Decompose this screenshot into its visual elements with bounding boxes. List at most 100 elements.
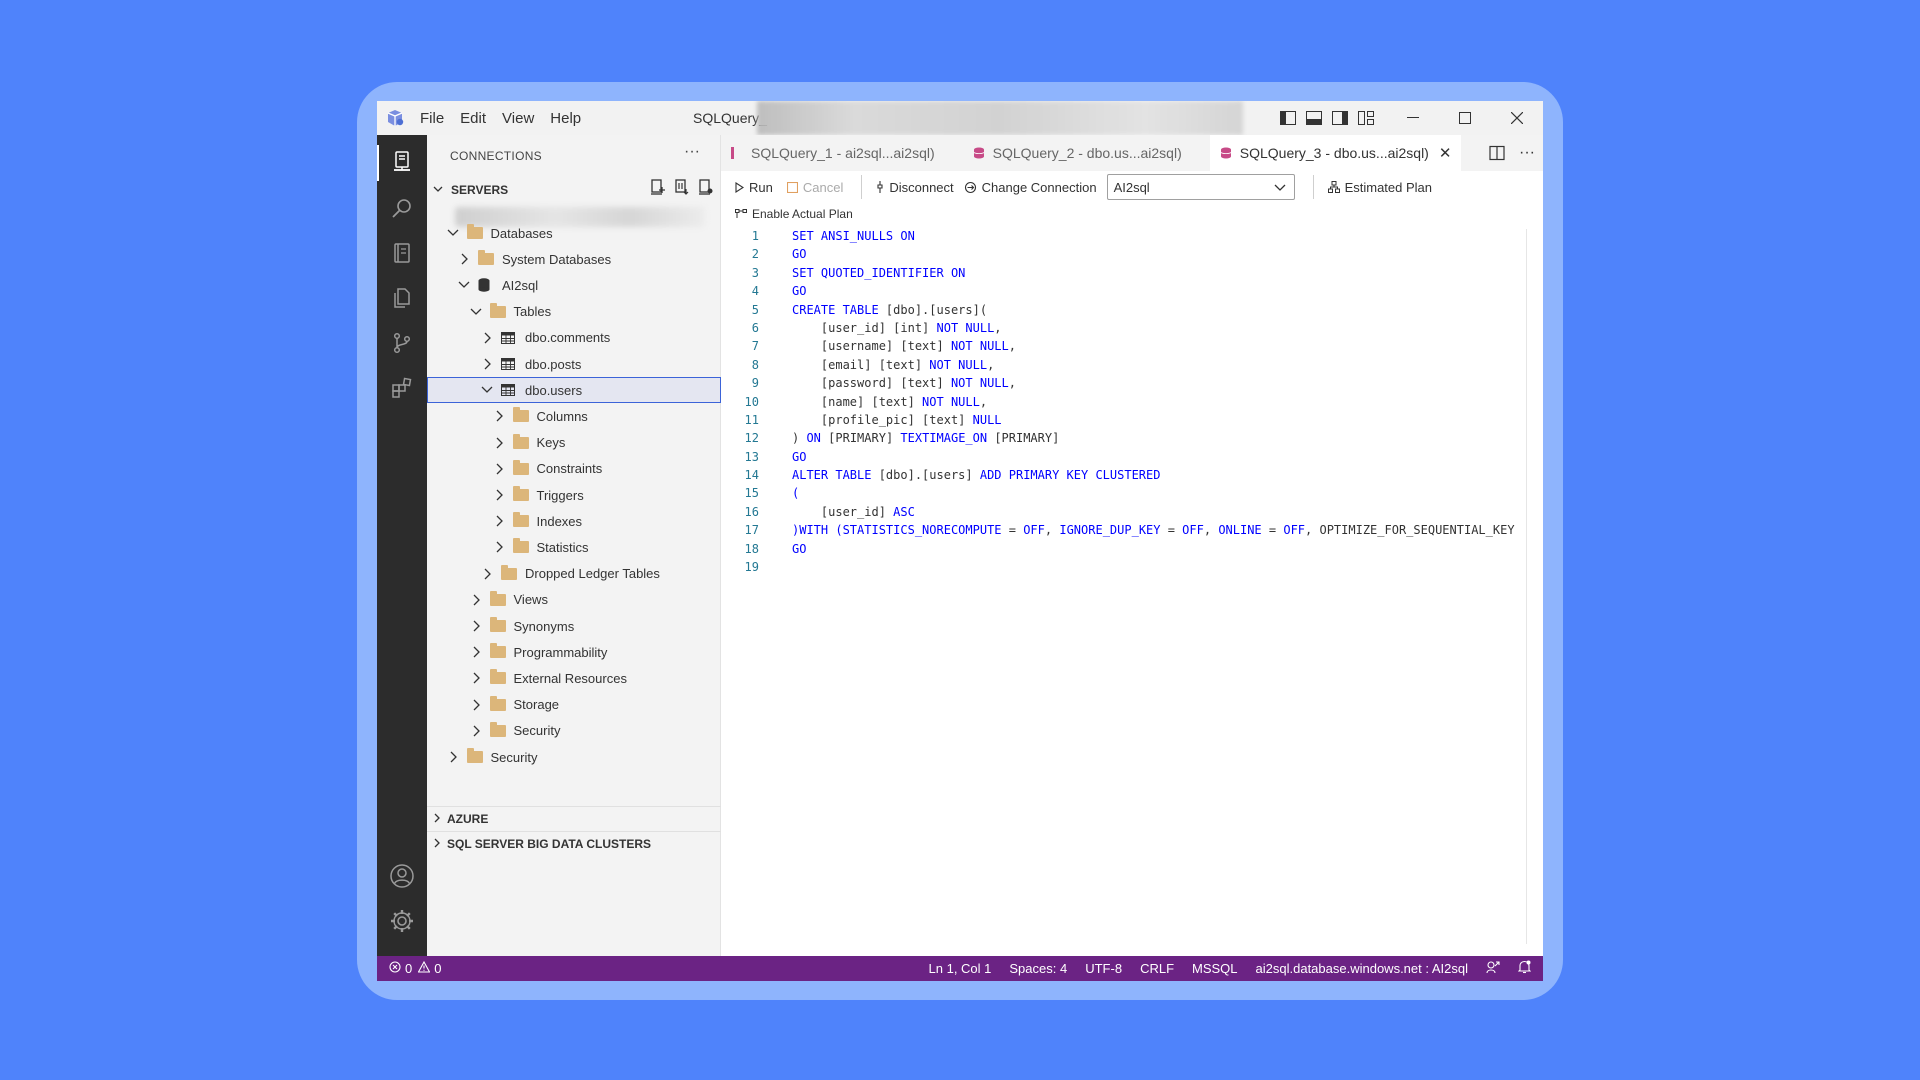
menu-file[interactable]: File — [420, 110, 444, 127]
tree-item[interactable]: System Databases — [427, 246, 721, 272]
chevron-right-icon[interactable] — [491, 408, 507, 424]
feedback-icon[interactable] — [1486, 960, 1500, 977]
chevron-right-icon[interactable] — [468, 618, 484, 634]
maximize-icon[interactable] — [1439, 101, 1491, 135]
connections-icon[interactable] — [389, 149, 415, 175]
tab-sqlquery-3[interactable]: SQLQuery_3 - dbo.us...ai2sql) ✕ — [1209, 135, 1462, 171]
chevron-right-icon[interactable] — [456, 251, 472, 267]
toggle-primary-sidebar-icon[interactable] — [1275, 101, 1301, 135]
folder-icon — [512, 512, 529, 528]
sql-keyword: ( — [792, 486, 800, 501]
servers-section-header[interactable]: SERVERS — [427, 179, 721, 201]
azure-section-header[interactable]: AZURE — [427, 806, 721, 830]
sql-token: [PRIMARY] — [994, 431, 1060, 446]
new-connection-icon[interactable] — [651, 179, 665, 195]
more-actions-icon[interactable]: ··· — [684, 143, 700, 161]
chevron-down-icon[interactable] — [468, 304, 484, 320]
tree-item[interactable]: Security — [427, 718, 721, 744]
encoding[interactable]: UTF-8 — [1085, 961, 1122, 976]
tree-item[interactable]: AI2sql — [427, 272, 721, 298]
menu-edit[interactable]: Edit — [460, 110, 486, 127]
big-data-clusters-section-header[interactable]: SQL SERVER BIG DATA CLUSTERS — [427, 831, 721, 855]
language-mode[interactable]: MSSQL — [1192, 961, 1238, 976]
run-button[interactable]: Run — [735, 180, 773, 195]
tree-item[interactable]: dbo.comments — [427, 325, 721, 351]
tree-item[interactable]: External Resources — [427, 665, 721, 691]
settings-gear-icon[interactable] — [389, 908, 415, 934]
tree-item[interactable]: Tables — [427, 299, 721, 325]
chevron-right-icon[interactable] — [479, 566, 495, 582]
database-select[interactable]: AI2sql — [1106, 174, 1295, 200]
chevron-down-icon[interactable] — [445, 225, 461, 241]
window-title: SQLQuery_ — [693, 110, 767, 126]
tab-sqlquery-2[interactable]: SQLQuery_2 - dbo.us...ai2sql) — [963, 135, 1192, 171]
chevron-right-icon[interactable] — [491, 539, 507, 555]
tree-item[interactable]: Indexes — [427, 508, 721, 534]
chevron-right-icon[interactable] — [491, 487, 507, 503]
tree-item[interactable]: Views — [427, 587, 721, 613]
tree-item[interactable]: Databases — [427, 220, 721, 246]
active-connections-icon[interactable] — [699, 179, 713, 195]
tree-item[interactable]: Columns — [427, 403, 721, 429]
chevron-right-icon[interactable] — [491, 435, 507, 451]
close-window-icon[interactable] — [1491, 101, 1543, 135]
chevron-right-icon[interactable] — [468, 592, 484, 608]
new-server-group-icon[interactable] — [675, 179, 689, 195]
tree-item[interactable]: Synonyms — [427, 613, 721, 639]
problems-indicator[interactable]: 0 0 — [389, 960, 441, 976]
tree-item[interactable]: Storage — [427, 692, 721, 718]
chevron-down-icon[interactable] — [479, 382, 495, 398]
editor-scrollbar[interactable] — [1526, 229, 1527, 944]
estimated-plan-button[interactable]: Estimated Plan — [1327, 180, 1432, 195]
minimize-icon[interactable] — [1387, 101, 1439, 135]
tree-item[interactable]: Security — [427, 744, 721, 770]
tree-item[interactable]: Statistics — [427, 534, 721, 560]
notebooks-icon[interactable] — [389, 240, 415, 266]
menu-help[interactable]: Help — [550, 110, 581, 127]
notifications-bell-icon[interactable] — [1517, 960, 1532, 977]
cancel-button[interactable]: Cancel — [786, 180, 843, 195]
chevron-right-icon[interactable] — [468, 670, 484, 686]
chevron-right-icon[interactable] — [491, 461, 507, 477]
sql-token: , — [1203, 523, 1219, 538]
tree-item-label: AI2sql — [502, 277, 539, 293]
tree-item[interactable]: Programmability — [427, 639, 721, 665]
customize-layout-icon[interactable] — [1353, 101, 1379, 135]
indentation[interactable]: Spaces: 4 — [1009, 961, 1067, 976]
chevron-right-icon[interactable] — [479, 330, 495, 346]
chevron-right-icon[interactable] — [468, 723, 484, 739]
explorer-icon[interactable] — [389, 285, 415, 311]
toggle-secondary-sidebar-icon[interactable] — [1327, 101, 1353, 135]
tab-sqlquery-1[interactable]: SQLQuery_1 - ai2sql...ai2sql) — [721, 135, 945, 171]
chevron-right-icon[interactable] — [468, 644, 484, 660]
split-editor-icon[interactable] — [1489, 145, 1505, 161]
chevron-down-icon[interactable] — [456, 277, 472, 293]
enable-actual-plan-button[interactable]: Enable Actual Plan — [735, 207, 853, 221]
tree-item[interactable]: dbo.users — [427, 377, 721, 404]
cursor-position[interactable]: Ln 1, Col 1 — [929, 961, 992, 976]
chevron-right-icon[interactable] — [479, 356, 495, 372]
extensions-icon[interactable] — [389, 375, 415, 401]
chevron-right-icon[interactable] — [468, 697, 484, 713]
tree-item[interactable]: Triggers — [427, 482, 721, 508]
change-connection-button[interactable]: Change Connection — [964, 180, 1097, 195]
chevron-right-icon[interactable] — [491, 513, 507, 529]
tree-item[interactable]: dbo.posts — [427, 351, 721, 377]
code-editor[interactable]: 1 SET ANSI_NULLS ON 2 GO 3 SET QUOTED_IDENTIF… — [721, 229, 1543, 829]
disconnect-button[interactable]: Disconnect — [876, 180, 954, 195]
account-icon[interactable] — [389, 863, 415, 889]
tree-item[interactable]: Constraints — [427, 456, 721, 482]
search-icon[interactable] — [389, 195, 415, 221]
more-actions-icon[interactable]: ··· — [1519, 144, 1535, 162]
tree-item[interactable]: Keys — [427, 430, 721, 456]
source-control-icon[interactable] — [389, 330, 415, 356]
tree-item[interactable]: Dropped Ledger Tables — [427, 561, 721, 587]
code-text: [name] [text] NOT NULL, — [792, 395, 987, 413]
line-endings[interactable]: CRLF — [1140, 961, 1174, 976]
folder-icon — [512, 538, 529, 554]
connection-status[interactable]: ai2sql.database.windows.net : AI2sql — [1256, 961, 1468, 976]
chevron-right-icon[interactable] — [445, 749, 461, 765]
toggle-panel-icon[interactable] — [1301, 101, 1327, 135]
menu-view[interactable]: View — [502, 110, 534, 127]
close-tab-icon[interactable]: ✕ — [1439, 144, 1452, 162]
